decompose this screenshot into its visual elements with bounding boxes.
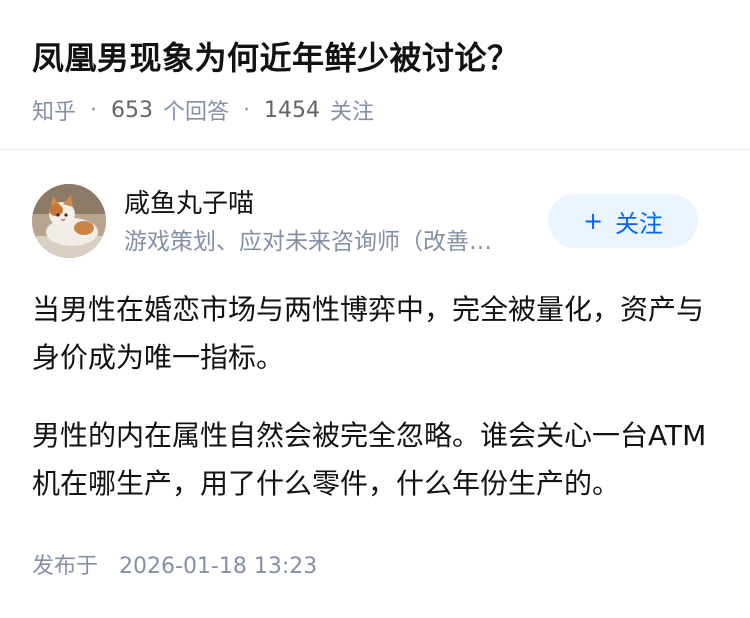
publish-timestamp: 2026-01-18 13:23: [119, 554, 318, 579]
follow-button-label: 关注: [615, 209, 664, 238]
answer-content: 当男性在婚恋市场与两性博弈中，完全被量化，资产与身价成为唯一指标。 男性的内在属…: [32, 286, 718, 538]
publish-time: 发布于 2026-01-18 13:23: [32, 550, 317, 584]
cat-photo-avatar-icon: [32, 184, 106, 258]
question-header: 凤凰男现象为何近年鲜少被讨论？ 知乎 · 653 个回答 · 1454 关注: [0, 0, 750, 150]
answer-paragraph: 男性的内在属性自然会被完全忽略。谁会关心一台ATM机在哪生产，用了什么零件，什么…: [32, 419, 707, 500]
meta-separator: ·: [90, 97, 98, 123]
author-info: 咸鱼丸子喵 游戏策划、应对未来咨询师（改善… + 关注: [32, 184, 718, 262]
meta-separator: ·: [243, 97, 251, 123]
answer-count-label: 个回答: [163, 100, 230, 125]
answer-paragraph: 当男性在婚恋市场与两性博弈中，完全被量化，资产与身价成为唯一指标。: [32, 293, 705, 374]
question-meta: 知乎 · 653 个回答 · 1454 关注: [32, 94, 374, 126]
author-bio: 游戏策划、应对未来咨询师（改善…: [124, 229, 492, 255]
answer-count: 653: [111, 97, 154, 123]
source-label[interactable]: 知乎: [32, 94, 76, 126]
question-title[interactable]: 凤凰男现象为何近年鲜少被讨论？: [32, 36, 520, 80]
avatar[interactable]: [32, 184, 106, 258]
publish-label: 发布于: [32, 554, 99, 579]
follow-count: 1454: [264, 97, 321, 123]
plus-icon: +: [582, 207, 604, 235]
author-name[interactable]: 咸鱼丸子喵: [124, 186, 254, 222]
follow-button[interactable]: + 关注: [548, 194, 698, 248]
follow-count-label: 关注: [330, 100, 375, 125]
